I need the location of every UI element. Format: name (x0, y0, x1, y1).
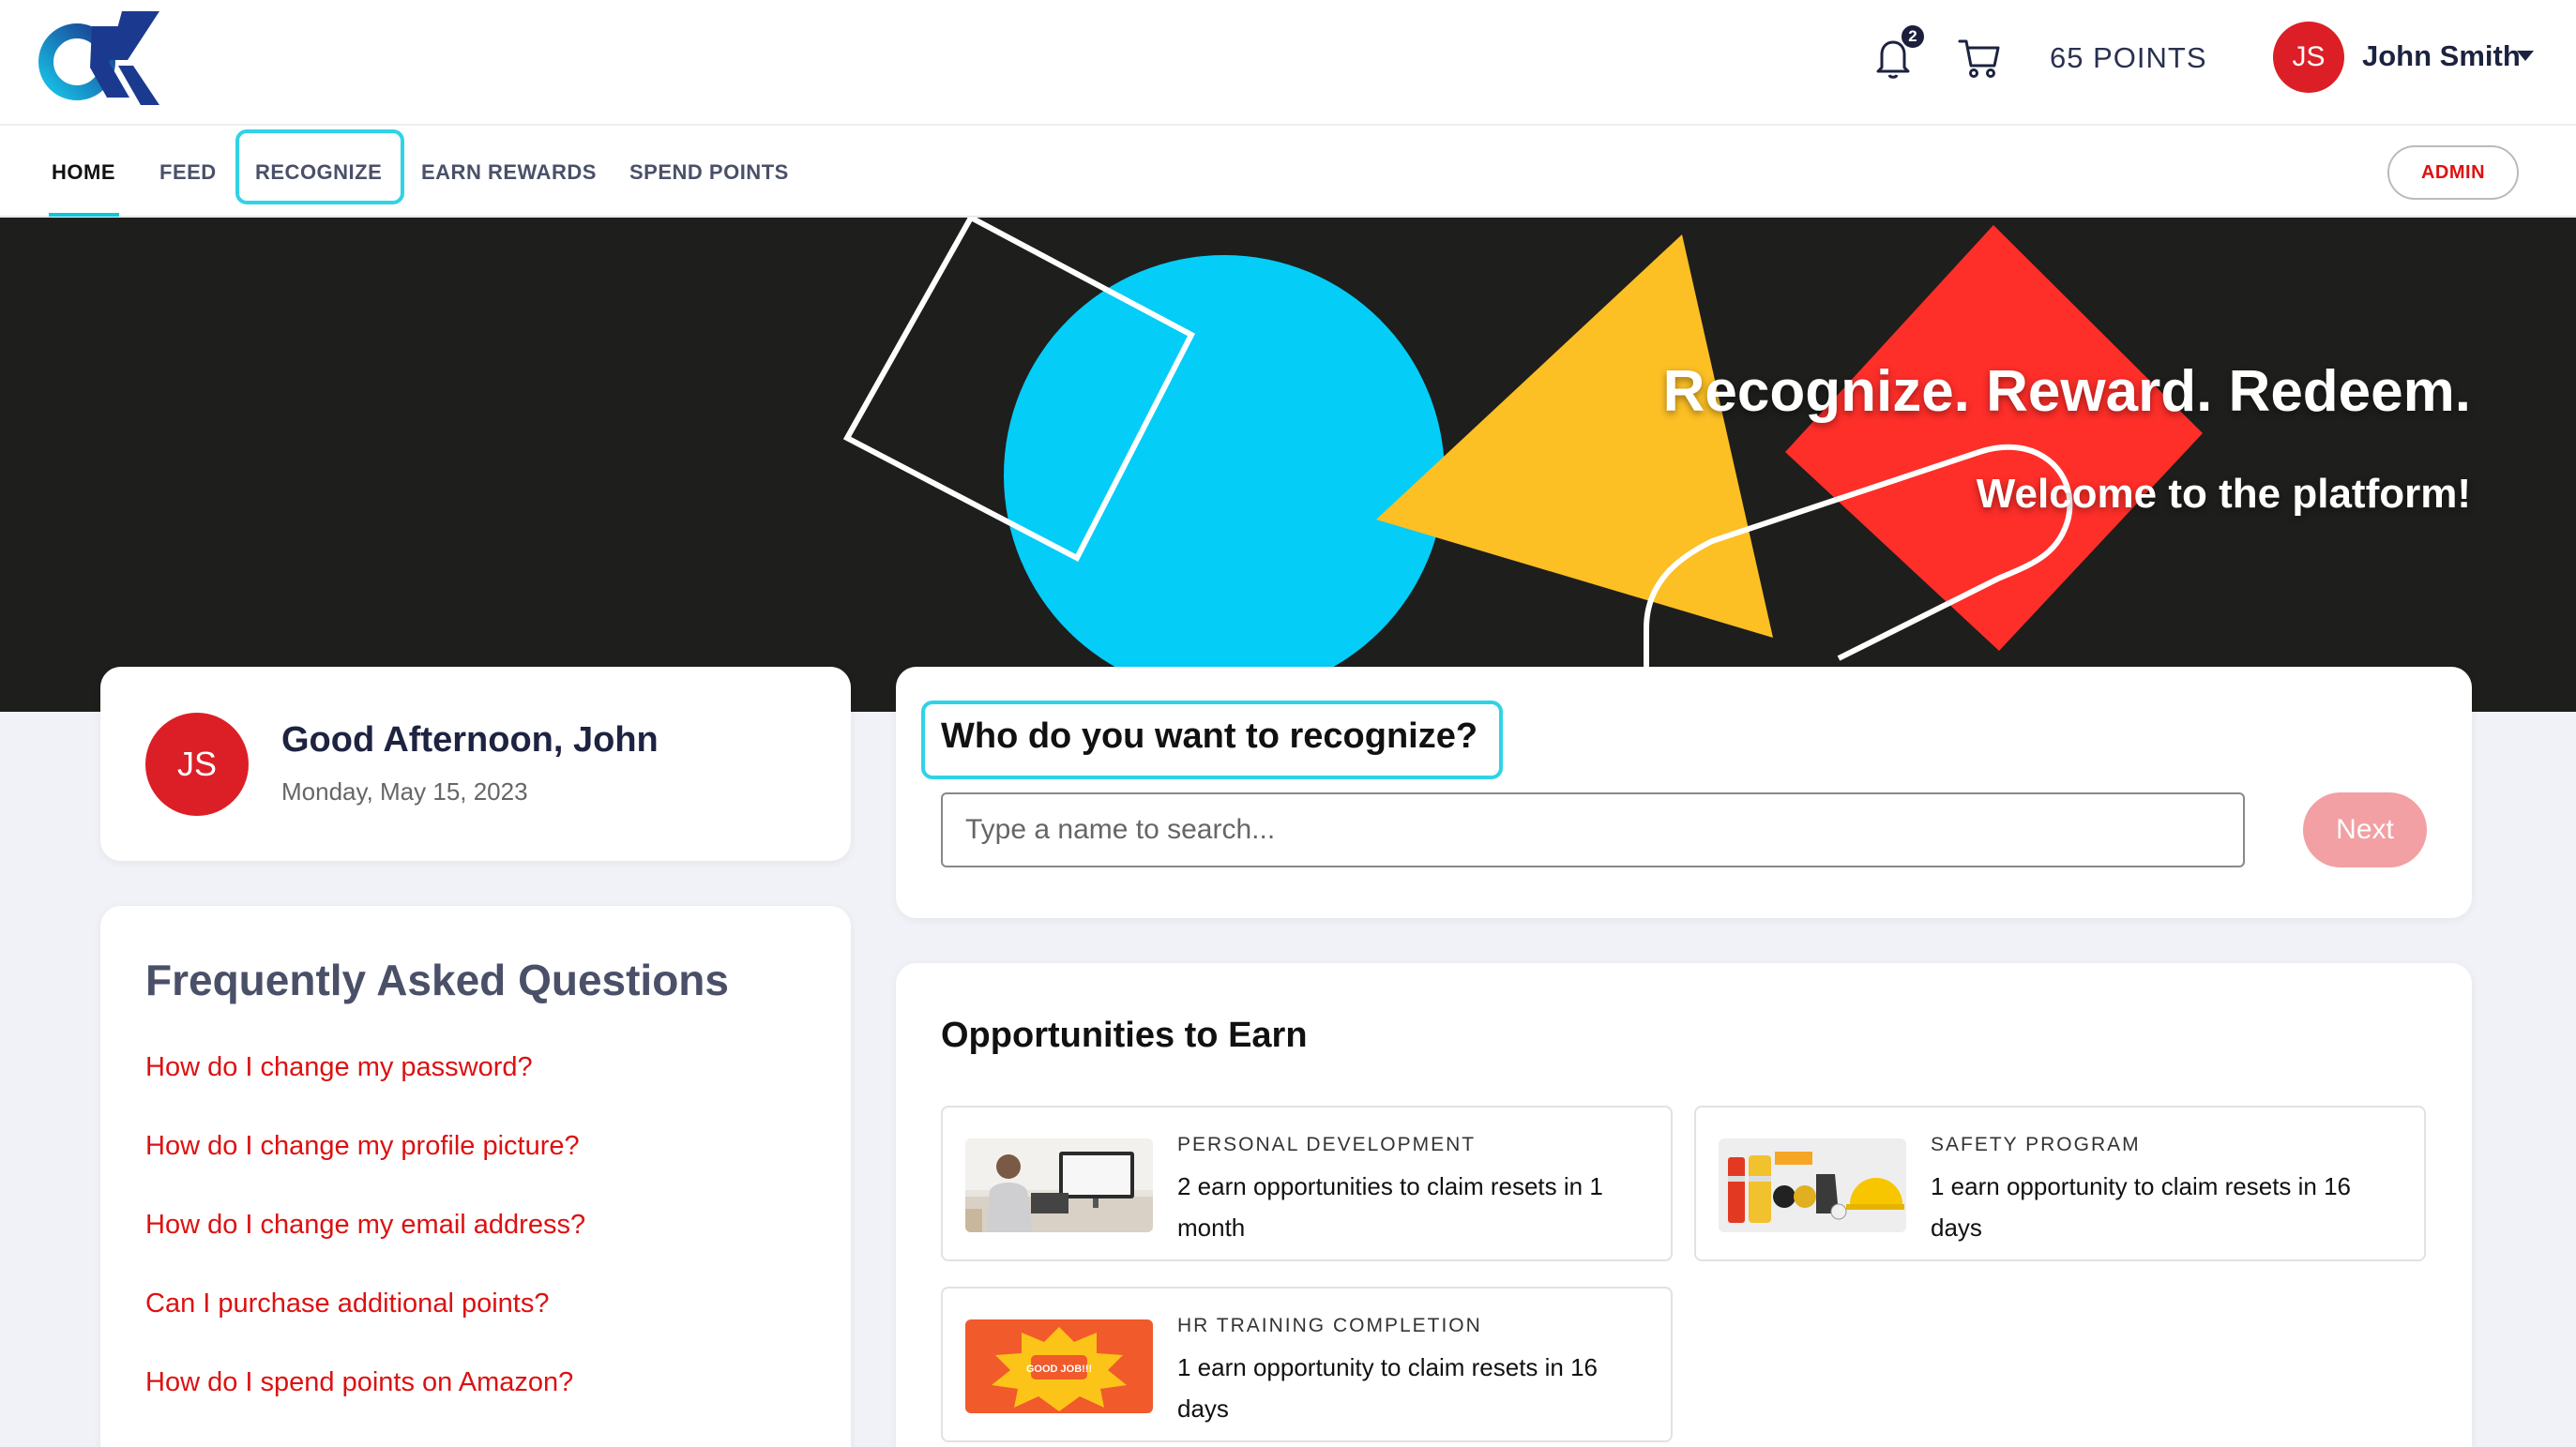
next-button[interactable]: Next (2303, 792, 2427, 867)
opportunity-description: 1 earn opportunity to claim resets in 16… (1931, 1172, 2352, 1242)
opportunity-personal-development[interactable]: PERSONAL DEVELOPMENT 2 earn opportunitie… (941, 1106, 1673, 1261)
recipient-search-input[interactable] (941, 792, 2245, 867)
opportunity-category: SAFETY PROGRAM (1931, 1134, 2141, 1155)
hero-diamond-shape (1785, 225, 2203, 651)
opportunity-category: PERSONAL DEVELOPMENT (1177, 1134, 1477, 1155)
recognize-question: Who do you want to recognize? (941, 716, 1478, 756)
faq-link-change-password[interactable]: How do I change my password? (145, 1052, 533, 1083)
nav-spend-points[interactable]: SPEND POINTS (629, 160, 789, 185)
faq-card: Frequently Asked Questions How do I chan… (100, 906, 851, 1447)
nav-earn-rewards[interactable]: EARN REWARDS (421, 160, 597, 185)
svg-text:GOOD JOB!!!: GOOD JOB!!! (1026, 1364, 1092, 1375)
faq-link-purchase-points[interactable]: Can I purchase additional points? (145, 1289, 549, 1319)
faq-link-spend-points-amazon[interactable]: How do I spend points on Amazon? (145, 1367, 573, 1398)
greeting-card: JS Good Afternoon, John Monday, May 15, … (100, 667, 851, 861)
shopping-cart-icon[interactable] (1956, 36, 2003, 81)
hero-banner: Recognize. Reward. Redeem. Welcome to th… (0, 218, 2576, 712)
opportunity-category: HR TRAINING COMPLETION (1177, 1315, 1482, 1336)
opportunities-title: Opportunities to Earn (941, 1016, 1308, 1055)
nav-feed[interactable]: FEED (159, 160, 217, 185)
main-nav: HOME FEED RECOGNIZE EARN REWARDS SPEND P… (0, 126, 2576, 217)
hero-circle-shape (1004, 255, 1445, 696)
company-logo[interactable] (36, 8, 167, 107)
nav-recognize[interactable]: RECOGNIZE (255, 160, 382, 185)
greeting-date: Monday, May 15, 2023 (281, 777, 528, 806)
notification-count-badge: 2 (1900, 23, 1926, 50)
safety-gear-thumbnail (1719, 1138, 1906, 1232)
avatar: JS (145, 713, 249, 816)
opportunity-description: 1 earn opportunity to claim resets in 16… (1177, 1353, 1599, 1423)
avatar[interactable]: JS (2273, 22, 2344, 93)
points-balance: 65 POINTS (2050, 41, 2207, 74)
admin-button[interactable]: ADMIN (2387, 145, 2519, 200)
hero-subtitle: Welcome to the platform! (1976, 471, 2471, 517)
good-job-thumbnail: GOOD JOB!!! (965, 1319, 1153, 1413)
nav-home[interactable]: HOME (52, 160, 115, 185)
recognize-card: Who do you want to recognize? Next (896, 667, 2472, 918)
top-bar: 2 65 POINTS JS John Smith (0, 0, 2576, 125)
faq-title: Frequently Asked Questions (145, 956, 729, 1004)
hero-shapes (842, 218, 2203, 712)
opportunity-safety-program[interactable]: SAFETY PROGRAM 1 earn opportunity to cla… (1694, 1106, 2426, 1261)
faq-link-change-email[interactable]: How do I change my email address? (145, 1210, 585, 1241)
chevron-down-icon[interactable] (2517, 51, 2534, 61)
hero-title: Recognize. Reward. Redeem. (1662, 359, 2471, 424)
opportunity-description: 2 earn opportunities to claim resets in … (1177, 1172, 1603, 1242)
greeting-title: Good Afternoon, John (281, 720, 659, 760)
opportunities-card: Opportunities to Earn PERSONAL DEVELOPME… (896, 963, 2472, 1447)
active-tab-indicator (49, 213, 119, 217)
opportunity-hr-training[interactable]: GOOD JOB!!! HR TRAINING COMPLETION 1 ear… (941, 1287, 1673, 1442)
user-menu-name[interactable]: John Smith (2362, 39, 2521, 73)
personal-development-thumbnail (965, 1138, 1153, 1232)
faq-link-change-profile-picture[interactable]: How do I change my profile picture? (145, 1131, 580, 1162)
